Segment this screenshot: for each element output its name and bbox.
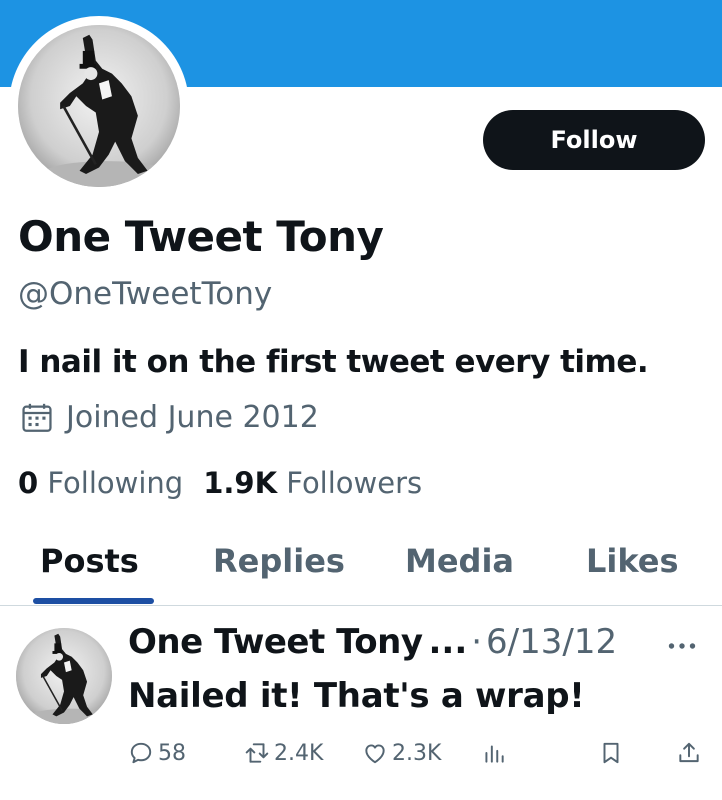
followers-count: 1.9K: [203, 466, 278, 500]
profile-handle: @OneTweetTony: [18, 276, 273, 312]
tab-posts[interactable]: Posts: [40, 542, 139, 580]
reply-icon: [130, 742, 152, 764]
followers-link[interactable]: 1.9K Followers: [203, 466, 422, 500]
following-count: 0: [18, 466, 39, 500]
post-header: One Tweet Tony ... · 6/13/12: [128, 622, 617, 662]
calendar-icon: [22, 403, 52, 432]
tab-likes[interactable]: Likes: [586, 542, 679, 580]
profile-bio: I nail it on the first tweet every time.: [18, 344, 649, 380]
bookmark-icon: [603, 742, 619, 764]
like-count: 2.3K: [392, 740, 442, 766]
followers-label: Followers: [286, 466, 423, 500]
post-author-name[interactable]: One Tweet Tony: [128, 622, 423, 662]
joined-date-text: Joined June 2012: [66, 400, 319, 435]
more-options-icon[interactable]: [664, 628, 700, 664]
profile-display-name: One Tweet Tony: [18, 212, 384, 261]
following-label: Following: [47, 466, 184, 500]
post-author-avatar[interactable]: [16, 628, 112, 724]
like-button[interactable]: 2.3K: [362, 740, 441, 766]
active-tab-indicator: [33, 598, 154, 604]
profile-tabs: Posts Replies Media Likes: [0, 536, 722, 606]
share-icon: [679, 742, 699, 763]
following-link[interactable]: 0 Following: [18, 466, 183, 500]
tab-replies[interactable]: Replies: [213, 542, 345, 580]
share-button[interactable]: [676, 740, 702, 766]
profile-avatar-border: [9, 16, 189, 196]
bookmark-button[interactable]: [598, 740, 624, 766]
heart-icon: [365, 744, 385, 764]
follow-button[interactable]: Follow: [483, 110, 705, 170]
post-author-truncation: ...: [428, 622, 468, 662]
reply-count: 58: [158, 740, 186, 766]
post-separator: ·: [471, 622, 483, 662]
post-date[interactable]: 6/13/12: [486, 622, 617, 662]
repost-count: 2.4K: [274, 740, 324, 766]
views-button[interactable]: [481, 740, 507, 766]
repost-button[interactable]: 2.4K: [244, 740, 323, 766]
reply-button[interactable]: 58: [128, 740, 186, 766]
avatar-photo: [16, 628, 112, 724]
profile-joined: Joined June 2012: [20, 400, 319, 435]
tab-media[interactable]: Media: [405, 542, 514, 580]
post-text: Nailed it! That's a wrap!: [128, 676, 585, 716]
profile-avatar[interactable]: [18, 25, 180, 187]
views-chart-icon: [485, 745, 504, 763]
avatar-photo: [18, 25, 180, 187]
repost-icon: [245, 743, 269, 763]
profile-stats: 0 Following 1.9K Followers: [18, 466, 422, 500]
